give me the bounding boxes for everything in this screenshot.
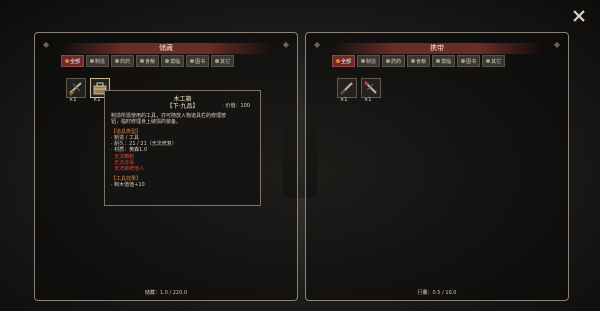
- tab-dot-icon: [386, 59, 391, 63]
- tab-dot-icon: [65, 59, 69, 63]
- item-name: 木工箱: [173, 96, 192, 103]
- tab-dot-icon: [90, 59, 95, 63]
- title-ornament-left: ◆: [43, 40, 50, 49]
- tab-dot-icon: [411, 59, 416, 63]
- carry-title: 携带: [332, 43, 542, 54]
- carry-capacity: 行囊：0.5 / 10.0: [417, 290, 457, 296]
- storage-item-saw[interactable]: ×1: [66, 78, 86, 103]
- title-ornament-left: ◆: [314, 40, 321, 49]
- carry-tab-all[interactable]: 全部: [332, 55, 356, 67]
- storage-tab-books[interactable]: 图书: [186, 55, 210, 67]
- carry-tab-food[interactable]: 食粮: [407, 55, 431, 67]
- tab-dot-icon: [140, 59, 145, 63]
- tab-dot-icon: [165, 59, 170, 63]
- item-restriction: · 无法转赠他人: [111, 166, 145, 173]
- tab-dot-icon: [115, 59, 120, 63]
- item-quantity: ×1: [340, 97, 348, 103]
- storage-tab-medicine[interactable]: 药药: [111, 55, 135, 67]
- tab-dot-icon: [461, 59, 466, 63]
- tab-dot-icon: [190, 59, 195, 63]
- carry-tab-materials[interactable]: 摸临: [432, 55, 456, 67]
- title-ornament-right: ◆: [553, 40, 560, 49]
- carry-tab-other[interactable]: 其它: [482, 55, 506, 67]
- item-quantity: ×1: [93, 97, 101, 103]
- carry-tab-medicine[interactable]: 药药: [382, 55, 406, 67]
- chisel-icon: [339, 82, 353, 96]
- storage-tab-craft[interactable]: 制造: [86, 55, 110, 67]
- tab-dot-icon: [436, 59, 441, 63]
- item-description: 制造所需使用的工具，亦可随放入物道具栏的修理按 钮，临时修理身上破损的装备。: [111, 113, 227, 126]
- tab-dot-icon: [361, 59, 366, 63]
- saw-icon: [364, 81, 377, 94]
- storage-title: 储藏: [61, 43, 271, 54]
- storage-tab-food[interactable]: 食粮: [136, 55, 160, 67]
- item-price: · 价值：100: [222, 103, 250, 109]
- close-button[interactable]: [570, 7, 588, 25]
- carry-tab-craft[interactable]: 制造: [357, 55, 381, 67]
- title-ornament-right: ◆: [282, 40, 289, 49]
- tab-dot-icon: [215, 59, 220, 63]
- storage-capacity: 储藏：1.0 / 220.0: [144, 290, 188, 296]
- carry-item-saw[interactable]: ×1: [361, 78, 381, 103]
- carry-panel: ◆ 携带 ◆ 全部 制造 药药 食粮 摸临 图书 其它 ×1 ×1 行囊：0.5…: [305, 32, 569, 301]
- item-tooltip: 木工箱 【下·九品】 · 价值：100 制造所需使用的工具，亦可随放入物道具栏的…: [104, 90, 261, 206]
- close-icon: [573, 10, 585, 22]
- carry-item-chisel[interactable]: ×1: [337, 78, 357, 103]
- carry-tabs: 全部 制造 药药 食粮 摸临 图书 其它: [332, 55, 506, 67]
- item-quantity: ×1: [69, 97, 77, 103]
- saw-icon: [69, 82, 82, 96]
- carry-tab-books[interactable]: 图书: [457, 55, 481, 67]
- storage-tabs: 全部 制造 药药 食粮 摸临 图书 其它: [61, 55, 235, 67]
- storage-tab-materials[interactable]: 摸临: [161, 55, 185, 67]
- storage-tab-all[interactable]: 全部: [61, 55, 85, 67]
- tab-dot-icon: [486, 59, 491, 63]
- tab-dot-icon: [336, 59, 340, 63]
- storage-tab-other[interactable]: 其它: [211, 55, 235, 67]
- item-quantity: ×1: [364, 97, 372, 103]
- item-effect: · 制木值值+10: [111, 181, 145, 188]
